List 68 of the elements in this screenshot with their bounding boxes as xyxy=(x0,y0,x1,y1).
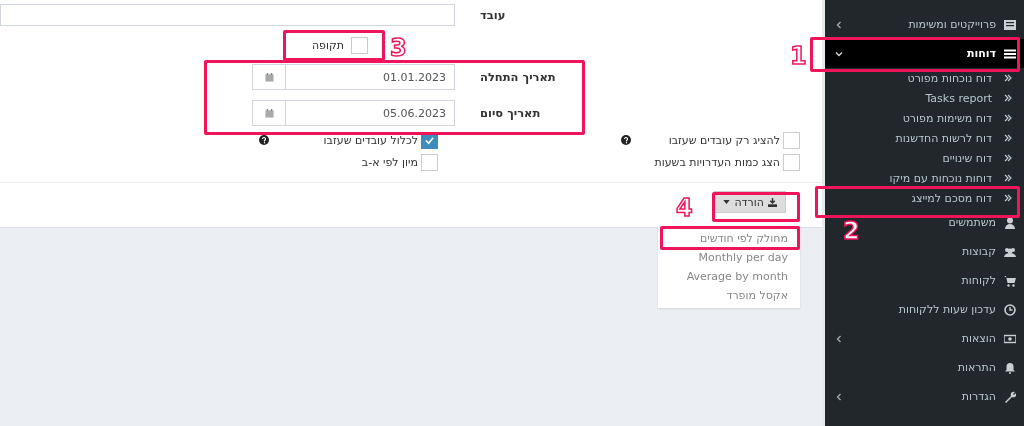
sidebar-item[interactable]: התראות xyxy=(947,353,1024,382)
step-number: 1 xyxy=(790,44,807,68)
help-icon[interactable] xyxy=(621,135,631,145)
submenu-item[interactable]: דוחות נוכחות עם מיקו xyxy=(889,168,1024,188)
checkbox-label: תקופה xyxy=(311,38,344,52)
checkbox-label: הצג כמות העדרויות בשעות xyxy=(654,155,780,169)
double-chevron-icon xyxy=(1004,94,1012,102)
menu-item-icon xyxy=(1004,332,1016,345)
checkbox[interactable] xyxy=(783,153,800,171)
menu-item[interactable]: Monthly per day xyxy=(658,248,800,267)
check-icon xyxy=(424,134,435,146)
sidebar-item[interactable]: עדכון שעות ללקוחות xyxy=(888,295,1024,324)
calendar-button[interactable] xyxy=(252,100,285,126)
step-number: 2 xyxy=(843,219,860,243)
submenu-item[interactable]: דוח שינויים xyxy=(942,148,1024,168)
chevron-left-icon xyxy=(835,20,843,29)
chevron-left-icon xyxy=(835,334,843,343)
sidebar-item[interactable]: הוצאות xyxy=(825,324,1024,353)
checkbox-label: לכלול עובדים שעזבו xyxy=(323,133,418,147)
double-chevron-icon xyxy=(1004,74,1012,82)
calendar-icon xyxy=(264,72,274,82)
menu-item-icon xyxy=(1004,216,1016,229)
menu-item-icon xyxy=(1004,47,1016,60)
field-label: עובד xyxy=(479,8,507,22)
checkbox[interactable] xyxy=(351,36,368,54)
menu-item-icon xyxy=(1004,390,1016,403)
calendar-icon xyxy=(264,108,274,118)
checkbox[interactable] xyxy=(421,153,438,171)
date-field[interactable]: 01.01.2023 xyxy=(285,64,455,90)
step-number: 3 xyxy=(390,36,407,60)
menu-item-icon xyxy=(1004,274,1016,287)
double-chevron-icon xyxy=(1004,154,1012,162)
sidebar-item[interactable]: משתמשים xyxy=(938,208,1024,237)
checkbox-label: להציג רק עובדים שעזבו xyxy=(668,133,780,147)
sidebar-item[interactable]: לקוחות xyxy=(951,266,1024,295)
date-field[interactable]: 05.06.2023 xyxy=(285,100,455,126)
chevron-down-icon xyxy=(835,49,843,58)
checkbox[interactable] xyxy=(783,131,800,149)
checkbox-label: מיון לפי א-ב xyxy=(361,155,418,169)
step-number: 4 xyxy=(676,196,693,220)
double-chevron-icon xyxy=(1004,194,1012,202)
menu-item-icon xyxy=(1004,245,1016,258)
sidebar-item[interactable]: קבוצות xyxy=(952,237,1024,266)
double-chevron-icon xyxy=(1004,134,1012,142)
sidebar-item[interactable]: פרוייקטים ומשימות xyxy=(825,10,1024,39)
submenu-item[interactable]: Tasks report xyxy=(925,88,1024,108)
sidebar-item[interactable]: דוחות xyxy=(825,39,1024,68)
double-chevron-icon xyxy=(1004,174,1012,182)
submenu-item[interactable]: דוח משימות מפורט xyxy=(902,108,1024,128)
help-icon[interactable] xyxy=(259,135,269,145)
menu-item-icon xyxy=(1004,303,1016,316)
field-label: תאריך סיום xyxy=(479,106,542,120)
menu-item[interactable]: מחולק לפי חודשים xyxy=(658,229,800,248)
submenu-item[interactable]: דוח נוכחות מפורט xyxy=(907,68,1024,88)
menu-item[interactable]: Average by month xyxy=(658,267,800,286)
calendar-button[interactable] xyxy=(252,64,285,90)
submenu-item[interactable]: דוח לרשות החדשנות xyxy=(895,128,1024,148)
submenu-item[interactable]: דוח מסכם למייצג xyxy=(911,188,1024,208)
menu-item[interactable]: אקסל מופרד xyxy=(658,286,800,305)
field-label: תאריך התחלה xyxy=(479,70,557,84)
menu-item-icon xyxy=(1004,18,1016,31)
menu-item-icon xyxy=(1004,361,1016,374)
employee-field[interactable] xyxy=(0,4,455,26)
download-icon xyxy=(768,197,777,207)
caret-icon xyxy=(723,200,731,204)
chevron-left-icon xyxy=(835,392,843,401)
sidebar-item[interactable]: הגדרות xyxy=(825,382,1024,411)
double-chevron-icon xyxy=(1004,114,1012,122)
